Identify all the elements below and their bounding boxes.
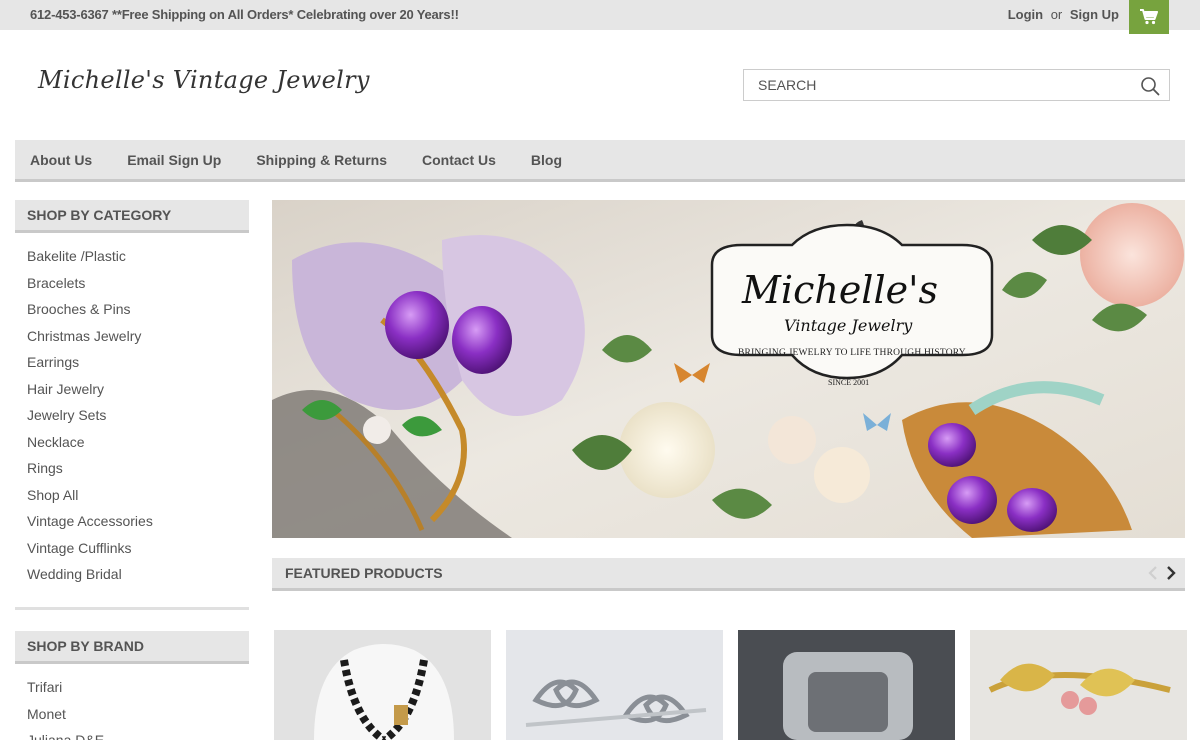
search-icon[interactable]	[1140, 76, 1160, 96]
brand-item[interactable]: Juliana D&E	[27, 730, 104, 740]
hero-illustration	[272, 200, 1185, 538]
category-item[interactable]: Bakelite /Plastic	[27, 246, 153, 273]
category-item[interactable]: Christmas Jewelry	[27, 326, 153, 353]
account-links: Login or Sign Up	[1008, 7, 1119, 22]
category-list: Bakelite /Plastic Bracelets Brooches & P…	[27, 246, 153, 591]
category-heading: SHOP BY CATEGORY	[15, 200, 249, 233]
category-item[interactable]: Rings	[27, 458, 153, 485]
hero-brand-subtitle: Vintage Jewelry	[784, 316, 913, 335]
category-item[interactable]: Earrings	[27, 352, 153, 379]
hero-since: SINCE 2001	[828, 378, 870, 387]
nav-shipping-returns[interactable]: Shipping & Returns	[256, 152, 387, 168]
nav-email-sign-up[interactable]: Email Sign Up	[127, 152, 221, 168]
product-card-necklace[interactable]	[274, 630, 491, 740]
product-image	[274, 630, 491, 740]
category-item[interactable]: Brooches & Pins	[27, 299, 153, 326]
product-card-buckle[interactable]	[738, 630, 955, 740]
brand-list: Trifari Monet Juliana D&E	[27, 677, 104, 740]
promo-text: 612-453-6367 **Free Shipping on All Orde…	[30, 7, 459, 22]
featured-heading: FEATURED PRODUCTS	[285, 565, 443, 581]
or-text: or	[1050, 7, 1063, 22]
category-item[interactable]: Bracelets	[27, 273, 153, 300]
category-item[interactable]: Hair Jewelry	[27, 379, 153, 406]
chevron-right-icon[interactable]	[1165, 564, 1177, 582]
category-item[interactable]: Vintage Accessories	[27, 511, 153, 538]
product-card-brooch[interactable]	[970, 630, 1187, 740]
top-bar: 612-453-6367 **Free Shipping on All Orde…	[0, 0, 1200, 30]
category-item[interactable]: Wedding Bridal	[27, 564, 153, 591]
search-input[interactable]	[744, 70, 1134, 100]
category-item[interactable]: Necklace	[27, 432, 153, 459]
category-item[interactable]: Shop All	[27, 485, 153, 512]
nav-contact-us[interactable]: Contact Us	[422, 152, 496, 168]
nav-about-us[interactable]: About Us	[30, 152, 92, 168]
featured-heading-bar: FEATURED PRODUCTS	[272, 558, 1185, 591]
hero-brand-title: Michelle's	[742, 268, 939, 312]
brand-item[interactable]: Trifari	[27, 677, 104, 704]
product-image	[970, 630, 1187, 740]
hero-banner[interactable]: Michelle's Vintage Jewelry BRINGING JEWE…	[272, 200, 1185, 538]
brand-heading: SHOP BY BRAND	[15, 631, 249, 664]
cart-button[interactable]	[1129, 0, 1169, 34]
product-card-bow-pins[interactable]	[506, 630, 723, 740]
hero-tagline: BRINGING JEWELRY TO LIFE THROUGH HISTORY	[738, 348, 966, 358]
main-nav: About Us Email Sign Up Shipping & Return…	[15, 140, 1185, 182]
site-logo[interactable]: Michelle's Vintage Jewelry	[38, 66, 370, 94]
search-box	[743, 69, 1170, 101]
login-link[interactable]: Login	[1008, 7, 1043, 22]
category-item[interactable]: Jewelry Sets	[27, 405, 153, 432]
nav-blog[interactable]: Blog	[531, 152, 562, 168]
signup-link[interactable]: Sign Up	[1070, 7, 1119, 22]
category-item[interactable]: Vintage Cufflinks	[27, 538, 153, 565]
chevron-left-icon[interactable]	[1147, 564, 1159, 582]
brand-item[interactable]: Monet	[27, 704, 104, 731]
product-image	[506, 630, 723, 740]
product-image	[738, 630, 955, 740]
sidebar-divider	[15, 607, 249, 610]
cart-icon	[1140, 9, 1158, 25]
